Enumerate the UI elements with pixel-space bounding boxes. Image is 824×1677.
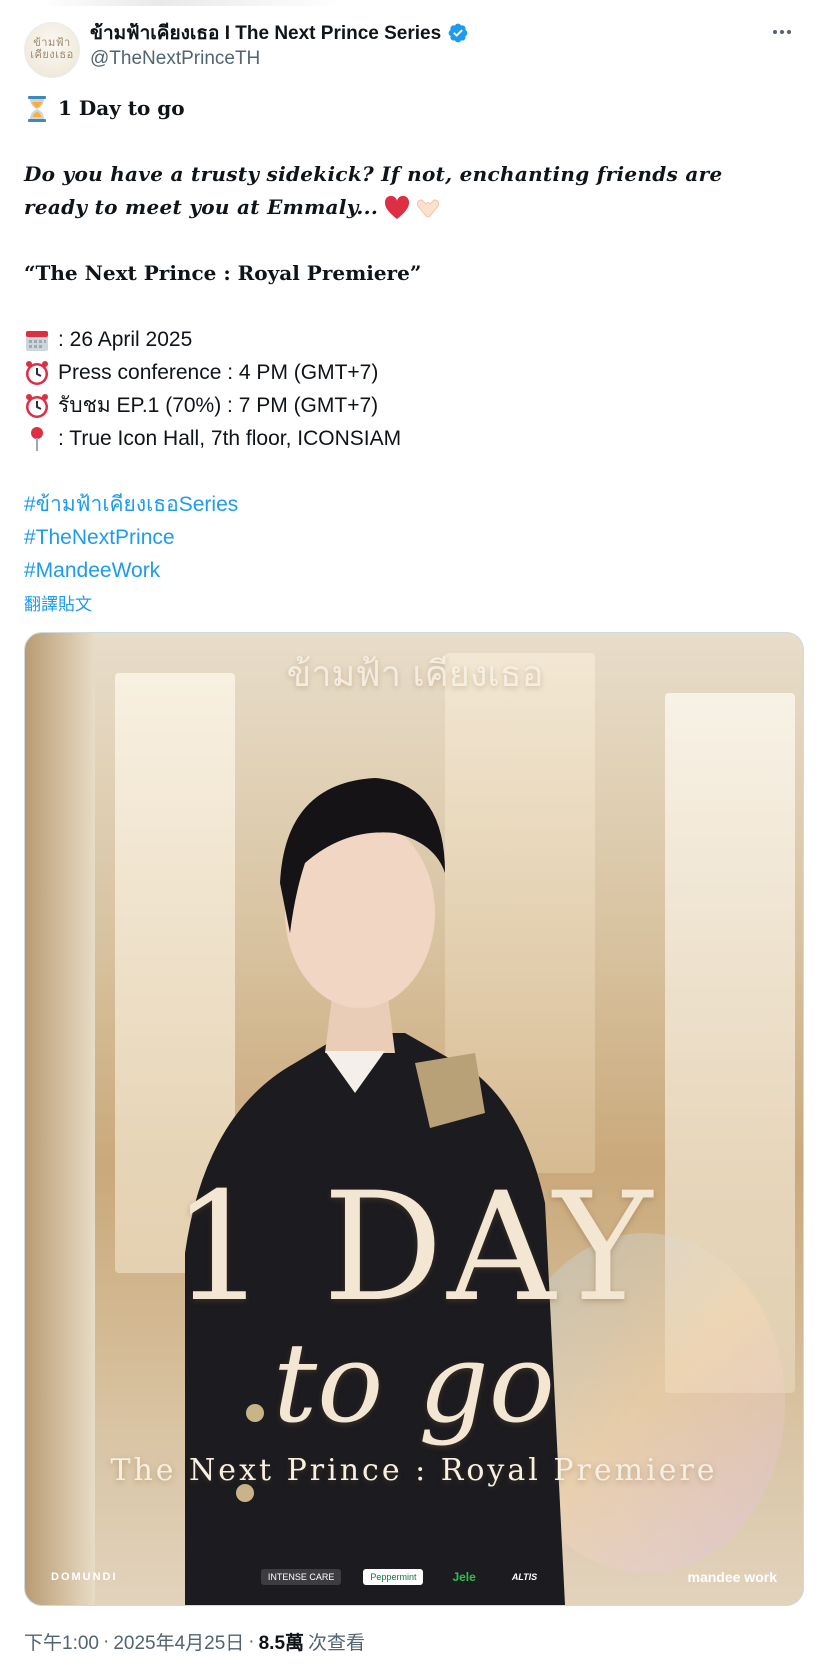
author-name-row[interactable]: ข้ามฟ้าเคียงเธอ I The Next Prince Series: [90, 18, 469, 48]
post-date[interactable]: 2025年4月25日: [113, 1628, 244, 1655]
display-name[interactable]: ข้ามฟ้าเคียงเธอ I The Next Prince Series: [90, 18, 441, 48]
line-day-to-go: 1 Day to go: [24, 92, 800, 125]
more-options-icon[interactable]: [766, 18, 798, 46]
heart-hands-icon: [414, 196, 442, 220]
calendar-icon: [24, 327, 50, 353]
headline-text: 1 Day to go: [58, 96, 185, 120]
poster-logo: ข้ามฟ้า เคียงเธอ: [286, 654, 544, 695]
poster-subtitle: The Next Prince : Royal Premiere: [110, 1453, 718, 1488]
line-sidekick-2: ready to meet you at Emmaly...: [24, 191, 800, 224]
hashtag-link[interactable]: #ข้ามฟ้าเคียงเธอSeries: [24, 488, 238, 521]
line-sidekick-1: Do you have a trusty sidekick? If not, e…: [24, 162, 723, 186]
sponsor-logo: INTENSE CARE: [260, 1569, 342, 1585]
author-handle[interactable]: @TheNextPrinceTH: [90, 48, 260, 70]
line-press: Press conference : 4 PM (GMT+7): [24, 356, 800, 389]
poster-headline-2: to go: [272, 1319, 556, 1447]
avatar[interactable]: ข้ามฟ้า เคียงเธอ: [24, 22, 80, 78]
line-watch: รับชม EP.1 (70%) : 7 PM (GMT+7): [24, 389, 800, 422]
sponsor-logo: Jele: [452, 1570, 476, 1584]
avatar-logo-text: ข้ามฟ้า เคียงเธอ: [30, 36, 74, 61]
verified-badge-icon: [448, 23, 468, 43]
top-divider: [40, 0, 340, 6]
tweet-text: 1 Day to go Do you have a trusty sidekic…: [24, 92, 800, 620]
post-time[interactable]: 下午1:00: [24, 1628, 99, 1655]
sponsor-mandee: mandee work: [687, 1569, 777, 1585]
sponsor-logo: ALTIS: [511, 1572, 538, 1582]
alarm-clock-icon: [24, 360, 50, 386]
alarm-clock-icon: [24, 393, 50, 419]
line-date: : 26 April 2025: [24, 323, 800, 356]
view-label: 次查看: [308, 1633, 366, 1654]
sponsor-logos: DOMUNDI INTENSE CARE Peppermint Jele ALT…: [25, 1567, 803, 1587]
view-count: 8.5萬: [258, 1633, 305, 1654]
sponsor-logo: Peppermint: [363, 1569, 424, 1585]
tweet-image[interactable]: ข้ามฟ้า เคียงเธอ 1 DAY to go The Next Pr…: [24, 632, 804, 1606]
sponsor-domundi: DOMUNDI: [51, 1571, 118, 1583]
hashtag-link[interactable]: #TheNextPrince: [24, 521, 175, 554]
hourglass-icon: [24, 95, 50, 122]
pin-icon: [24, 426, 50, 452]
tweet-meta: 下午1:00 · 2025年4月25日 · 8.5萬 次查看: [24, 1628, 365, 1655]
line-venue: : True Icon Hall, 7th floor, ICONSIAM: [24, 422, 800, 455]
translate-post-link[interactable]: 翻譯貼文: [24, 593, 92, 617]
heart-icon: [384, 195, 410, 220]
poster-headline-1: 1 DAY: [171, 1161, 657, 1335]
hashtag-link[interactable]: #MandeeWork: [24, 554, 160, 587]
line-premiere-title: “The Next Prince : Royal Premiere”: [24, 261, 422, 285]
